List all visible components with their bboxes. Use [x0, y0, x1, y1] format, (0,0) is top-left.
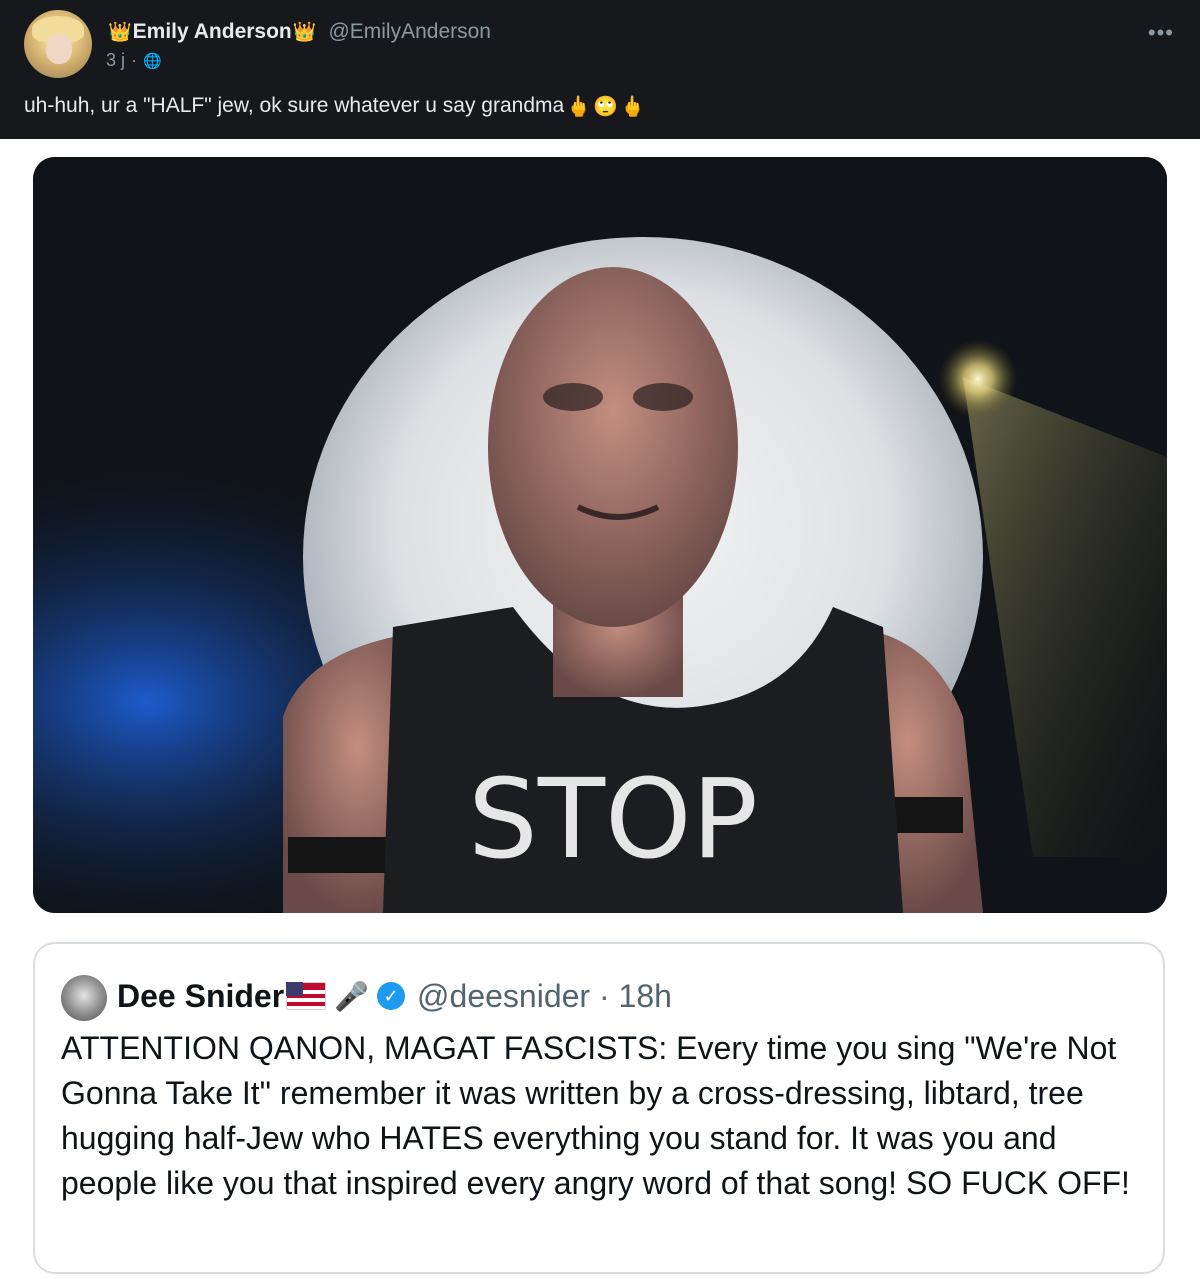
middle-finger-icon: 🖕: [566, 94, 592, 118]
post-text-row: uh-huh, ur a "HALF" jew, ok sure whateve…: [24, 94, 645, 118]
microphone-icon: 🎤: [334, 979, 370, 1013]
eye-roll-icon: 🙄: [593, 94, 618, 118]
author-avatar[interactable]: [24, 10, 92, 78]
quoted-author-name[interactable]: Dee Snider: [117, 978, 284, 1015]
globe-icon: 🌐: [143, 51, 162, 70]
author-handle[interactable]: @EmilyAnderson: [328, 20, 491, 44]
more-options-icon[interactable]: •••: [1148, 20, 1174, 46]
shirt-text: STOP: [468, 755, 758, 883]
crown-icon: 👑: [108, 20, 132, 43]
us-flag-icon: [286, 982, 327, 1010]
post-text: uh-huh, ur a "HALF" jew, ok sure whateve…: [24, 94, 565, 117]
post-image[interactable]: STOP: [33, 157, 1167, 913]
post-meta: 3 j · 🌐: [106, 50, 162, 71]
quoted-tweet-header: Dee Snider 🎤 ✓ @deesnider · 18h: [117, 974, 672, 1018]
quoted-tweet-text: ATTENTION QANON, MAGAT FASCISTS: Every t…: [61, 1030, 1130, 1201]
avatar-face: [46, 34, 72, 64]
author-name[interactable]: Emily Anderson: [133, 20, 292, 44]
crown-icon: 👑: [292, 20, 317, 43]
post-time[interactable]: 3 j: [106, 50, 125, 71]
middle-finger-icon: 🖕: [620, 94, 645, 118]
quoted-tweet-card[interactable]: Dee Snider 🎤 ✓ @deesnider · 18h ATTENTIO…: [33, 942, 1165, 1274]
author-row: 👑 Emily Anderson 👑 @EmilyAnderson: [108, 18, 491, 46]
meta-separator: ·: [131, 50, 138, 70]
quoted-author-avatar[interactable]: [61, 975, 107, 1021]
post-header: 👑 Emily Anderson 👑 @EmilyAnderson 3 j · …: [0, 0, 1200, 139]
verified-badge-icon: ✓: [377, 982, 406, 1010]
performer-photo: STOP: [33, 157, 1167, 913]
quoted-handle-time[interactable]: @deesnider · 18h: [417, 978, 672, 1015]
